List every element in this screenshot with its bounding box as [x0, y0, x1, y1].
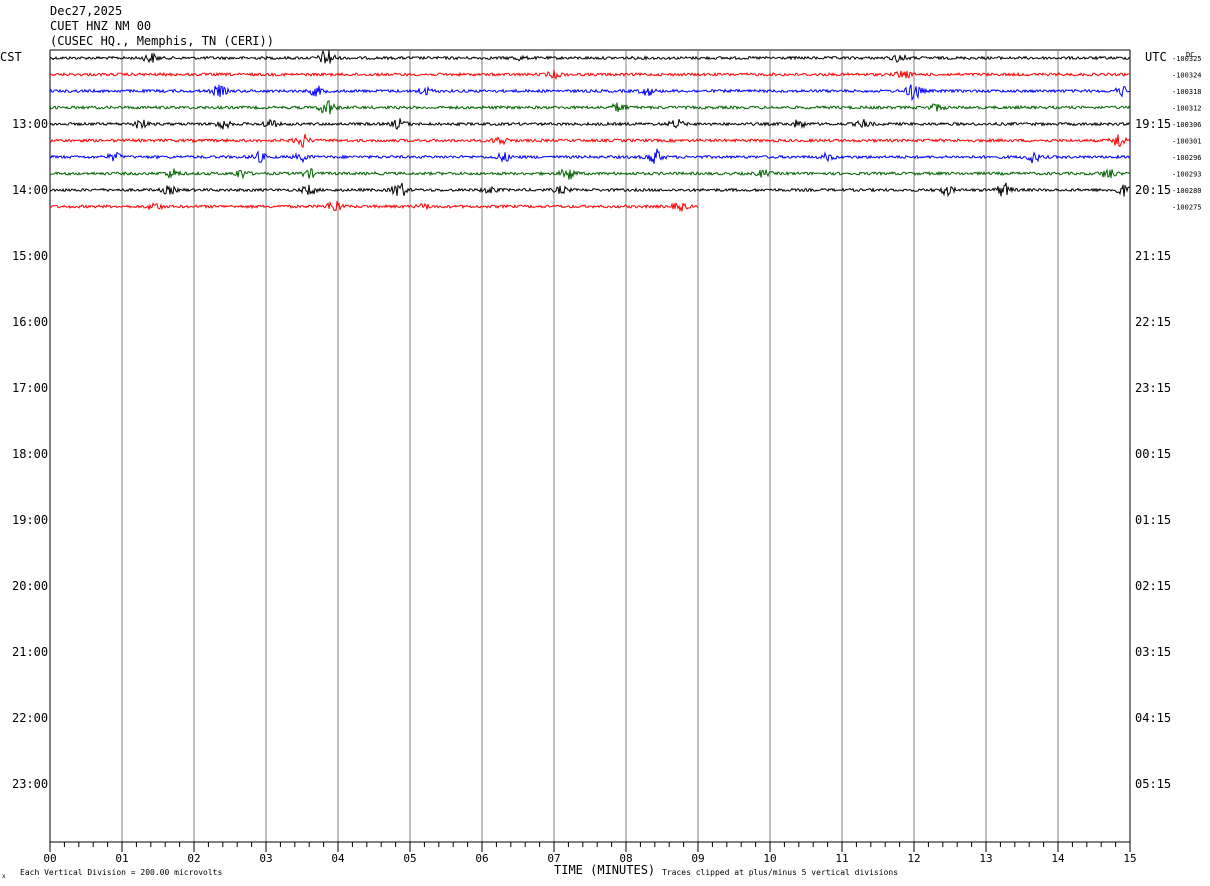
x-axis-title: TIME (MINUTES)	[554, 863, 655, 877]
x-axis: 00 01 02 03 04 05 06 07 08 09 10 11 12 13 14 15	[43, 841, 1137, 865]
dc-offset-label: -100293	[1172, 171, 1202, 179]
right-hour-label: 00:15	[1135, 447, 1171, 461]
right-hour-label: 03:15	[1135, 645, 1171, 659]
seismic-trace	[49, 70, 1131, 80]
x-tick-label: 04	[331, 852, 345, 865]
left-hour-label: 19:00	[12, 513, 48, 527]
left-hour-label: 22:00	[12, 711, 48, 725]
right-hour-label: 23:15	[1135, 381, 1171, 395]
left-hour-label: 13:00	[12, 117, 48, 131]
left-hour-label: 17:00	[12, 381, 48, 395]
x-tick-label: 05	[403, 852, 416, 865]
x-tick-label: 00	[43, 852, 56, 865]
x-tick-label: 06	[475, 852, 488, 865]
seismic-traces	[49, 49, 1131, 213]
x-tick-label: 09	[691, 852, 704, 865]
left-hour-label: 16:00	[12, 315, 48, 329]
x-tick-label: 03	[259, 852, 272, 865]
right-hour-label: 22:15	[1135, 315, 1171, 329]
seismic-trace	[49, 182, 1131, 198]
left-hour-label: 20:00	[12, 579, 48, 593]
dc-offset-labels: -100325-100324-100318-100312-100306-1003…	[1172, 55, 1202, 212]
left-hour-label: 18:00	[12, 447, 48, 461]
dc-offset-label: -100312	[1172, 105, 1202, 113]
left-hour-label: 23:00	[12, 777, 48, 791]
right-hour-label: 01:15	[1135, 513, 1171, 527]
right-hour-label: 02:15	[1135, 579, 1171, 593]
right-hour-label: 21:15	[1135, 249, 1171, 263]
dc-offset-label: -100280	[1172, 187, 1202, 195]
x-tick-label: 01	[115, 852, 128, 865]
dc-offset-label: -100318	[1172, 88, 1202, 96]
scale-note: Each Vertical Division = 200.00 microvol…	[20, 868, 222, 877]
x-tick-label: 14	[1051, 852, 1065, 865]
seismic-trace	[49, 200, 699, 213]
seismic-trace	[49, 100, 1131, 115]
dc-offset-label: -100275	[1172, 204, 1202, 212]
seismic-trace	[49, 133, 1131, 149]
helicorder-chart: 13:00 14:00 15:00 16:00 17:00 18:00 19:00 20:00…	[0, 49, 1202, 880]
dc-header: DC	[1186, 51, 1194, 59]
seismic-trace	[49, 118, 1131, 131]
seismic-trace	[49, 148, 1131, 164]
x-tick-label: 10	[763, 852, 776, 865]
corner-mark: x	[2, 873, 6, 880]
dc-offset-label: -100296	[1172, 154, 1202, 162]
right-hour-label: 20:15	[1135, 183, 1171, 197]
x-tick-label: 12	[907, 852, 920, 865]
dc-offset-label: -100306	[1172, 121, 1202, 129]
dc-offset-label: -100324	[1172, 72, 1202, 80]
right-hour-label: 04:15	[1135, 711, 1171, 725]
chart-grid	[49, 49, 1131, 842]
x-tick-label: 15	[1123, 852, 1136, 865]
x-tick-label: 02	[187, 852, 200, 865]
left-timezone-label: CST	[0, 50, 22, 64]
x-tick-label: 11	[835, 852, 848, 865]
clip-note: Traces clipped at plus/minus 5 vertical …	[662, 868, 898, 877]
dc-offset-label: -100301	[1172, 138, 1202, 146]
seismic-trace	[49, 49, 1131, 64]
left-hour-label: 15:00	[12, 249, 48, 263]
right-timezone-label: UTC	[1145, 50, 1167, 64]
seismic-trace	[49, 84, 1131, 102]
left-hour-label: 14:00	[12, 183, 48, 197]
x-tick-label: 13	[979, 852, 992, 865]
seismic-trace	[49, 168, 1131, 180]
hour-labels: 13:00 14:00 15:00 16:00 17:00 18:00 19:00 20:00…	[12, 117, 1171, 791]
left-hour-label: 21:00	[12, 645, 48, 659]
right-hour-label: 05:15	[1135, 777, 1171, 791]
right-hour-label: 19:15	[1135, 117, 1171, 131]
